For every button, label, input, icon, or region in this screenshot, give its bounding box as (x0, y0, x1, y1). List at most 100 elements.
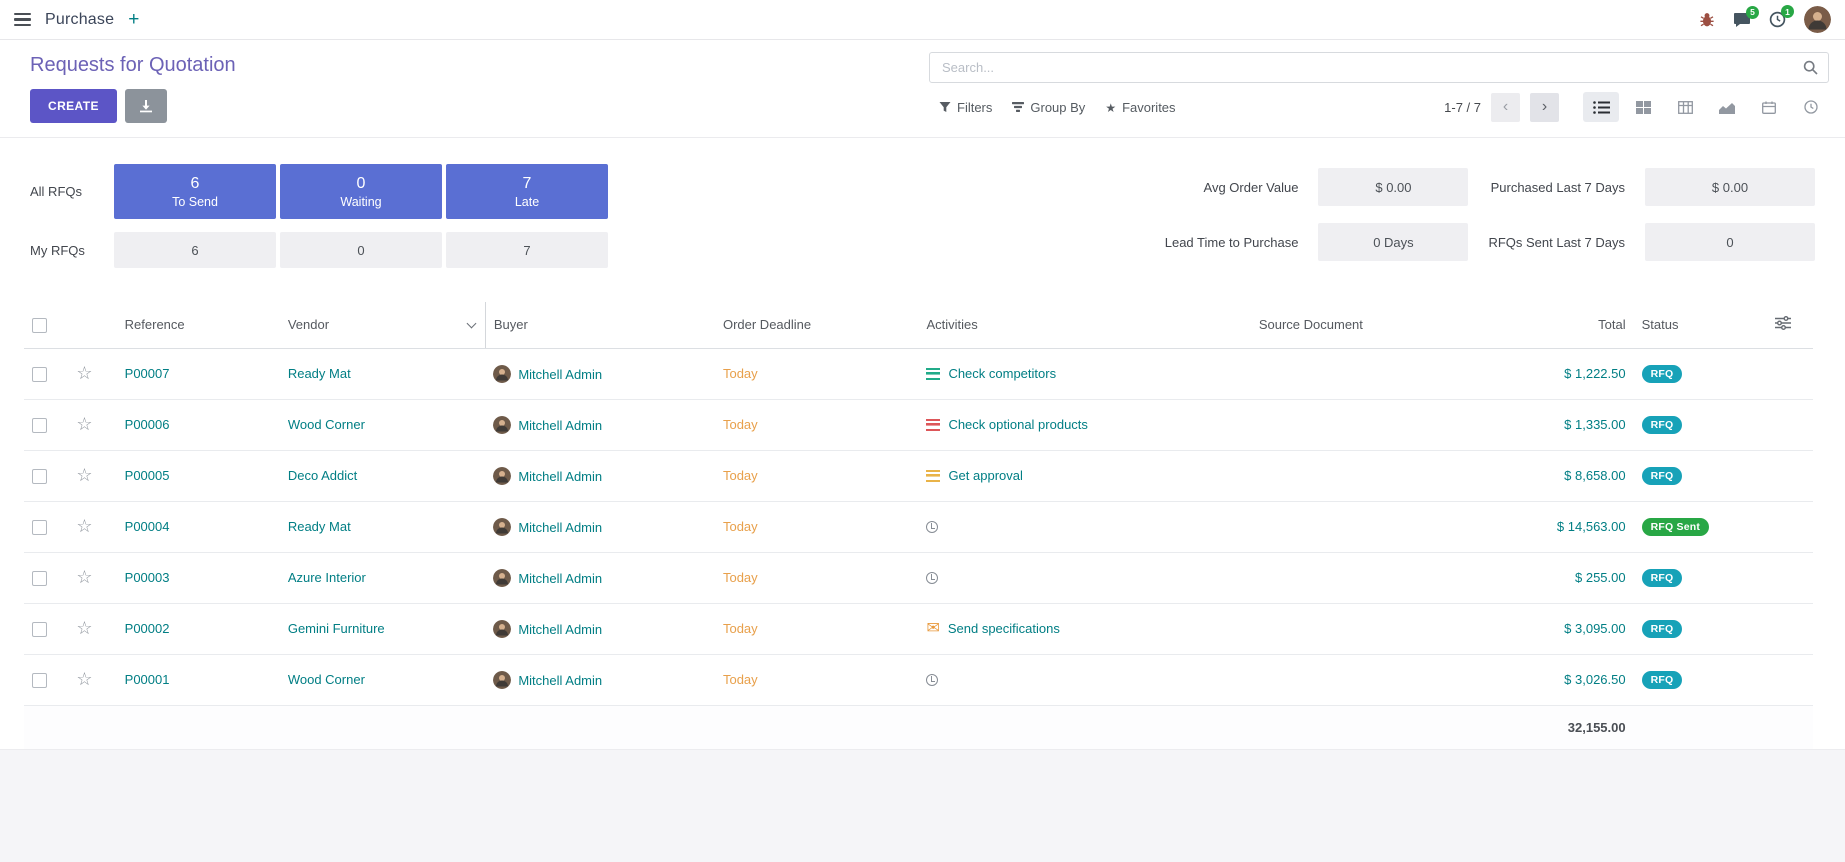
favorite-star-icon[interactable] (76, 469, 92, 484)
pivot-view-button[interactable] (1667, 92, 1703, 122)
reference-link[interactable]: P00003 (125, 570, 170, 585)
search-input[interactable] (940, 59, 1803, 76)
activity-icon[interactable] (926, 470, 940, 482)
favorite-star-icon[interactable] (76, 622, 92, 637)
waiting-button[interactable]: 0 Waiting (280, 164, 442, 219)
row-checkbox[interactable] (32, 367, 47, 382)
vendor-link[interactable]: Deco Addict (288, 468, 357, 483)
reference-link[interactable]: P00002 (125, 621, 170, 636)
table-row[interactable]: P00006 Wood Corner Mitchell Admin Today … (24, 399, 1813, 450)
buyer-link[interactable]: Mitchell Admin (518, 520, 602, 535)
activity-label[interactable]: Check competitors (948, 366, 1056, 381)
reference-link[interactable]: P00007 (125, 366, 170, 381)
source-document-column-header[interactable]: Source Document (1251, 302, 1521, 348)
buyer-link[interactable]: Mitchell Admin (518, 571, 602, 586)
activity-cell[interactable] (926, 521, 1242, 533)
to-send-button[interactable]: 6 To Send (114, 164, 276, 219)
search-box[interactable] (929, 52, 1829, 83)
table-row[interactable]: P00007 Ready Mat Mitchell Admin Today Ch… (24, 348, 1813, 399)
row-checkbox[interactable] (32, 673, 47, 688)
table-row[interactable]: P00005 Deco Addict Mitchell Admin Today … (24, 450, 1813, 501)
activities-icon[interactable]: 1 (1769, 11, 1786, 28)
favorites-button[interactable]: Favorites (1095, 94, 1185, 121)
reference-link[interactable]: P00001 (125, 672, 170, 687)
vendor-column-header[interactable]: Vendor (280, 302, 485, 348)
pager-next-button[interactable] (1530, 93, 1559, 122)
buyer-link[interactable]: Mitchell Admin (518, 418, 602, 433)
reference-link[interactable]: P00006 (125, 417, 170, 432)
favorite-star-icon[interactable] (76, 571, 92, 586)
row-checkbox[interactable] (32, 622, 47, 637)
activity-cell[interactable] (926, 572, 1242, 584)
activities-column-header[interactable]: Activities (918, 302, 1250, 348)
user-avatar[interactable] (1804, 6, 1831, 33)
vendor-link[interactable]: Ready Mat (288, 519, 351, 534)
favorite-star-icon[interactable] (76, 520, 92, 535)
filters-button[interactable]: Filters (929, 94, 1002, 121)
reference-column-header[interactable]: Reference (117, 302, 280, 348)
column-settings-icon[interactable] (1775, 316, 1791, 330)
search-icon[interactable] (1803, 60, 1818, 75)
late-button[interactable]: 7 Late (446, 164, 608, 219)
pager-previous-button[interactable] (1491, 93, 1520, 122)
optional-columns-header[interactable] (1767, 302, 1813, 348)
debug-bug-icon[interactable] (1699, 12, 1715, 28)
table-row[interactable]: P00004 Ready Mat Mitchell Admin Today $ … (24, 501, 1813, 552)
row-checkbox[interactable] (32, 520, 47, 535)
select-all-header[interactable] (24, 302, 68, 348)
activity-cell[interactable]: Get approval (926, 468, 1242, 483)
new-tab-icon[interactable]: + (128, 10, 139, 29)
activity-label[interactable]: Get approval (948, 468, 1022, 483)
activity-label[interactable]: Check optional products (948, 417, 1087, 432)
my-waiting-button[interactable]: 0 (280, 232, 442, 268)
vendor-link[interactable]: Wood Corner (288, 417, 365, 432)
activity-cell[interactable] (926, 674, 1242, 686)
activity-icon[interactable] (926, 621, 939, 636)
activity-icon[interactable] (926, 521, 938, 533)
row-checkbox[interactable] (32, 469, 47, 484)
favorite-star-icon[interactable] (76, 418, 92, 433)
activity-icon[interactable] (926, 572, 938, 584)
buyer-column-header[interactable]: Buyer (485, 302, 715, 348)
activity-icon[interactable] (926, 674, 938, 686)
messages-icon[interactable]: 5 (1733, 12, 1751, 28)
vendor-link[interactable]: Wood Corner (288, 672, 365, 687)
table-row[interactable]: P00003 Azure Interior Mitchell Admin Tod… (24, 552, 1813, 603)
export-button[interactable] (125, 89, 167, 123)
group-by-button[interactable]: Group By (1002, 94, 1095, 121)
activity-view-button[interactable] (1793, 92, 1829, 122)
create-button[interactable]: CREATE (30, 89, 117, 123)
vendor-link[interactable]: Azure Interior (288, 570, 366, 585)
activity-icon[interactable] (926, 368, 940, 380)
list-view-button[interactable] (1583, 92, 1619, 122)
reference-link[interactable]: P00005 (125, 468, 170, 483)
activity-cell[interactable]: Check optional products (926, 417, 1242, 432)
reference-link[interactable]: P00004 (125, 519, 170, 534)
apps-menu-icon[interactable] (14, 13, 31, 26)
calendar-view-button[interactable] (1751, 92, 1787, 122)
buyer-link[interactable]: Mitchell Admin (518, 622, 602, 637)
activity-label[interactable]: Send specifications (948, 621, 1060, 636)
favorite-star-icon[interactable] (76, 673, 92, 688)
buyer-link[interactable]: Mitchell Admin (518, 469, 602, 484)
app-name[interactable]: Purchase (45, 11, 114, 29)
total-column-header[interactable]: Total (1521, 302, 1634, 348)
graph-view-button[interactable] (1709, 92, 1745, 122)
row-checkbox[interactable] (32, 418, 47, 433)
table-row[interactable]: P00002 Gemini Furniture Mitchell Admin T… (24, 603, 1813, 654)
row-checkbox[interactable] (32, 571, 47, 586)
status-column-header[interactable]: Status (1634, 302, 1767, 348)
activity-cell[interactable]: Check competitors (926, 366, 1242, 381)
vendor-link[interactable]: Ready Mat (288, 366, 351, 381)
activity-cell[interactable]: Send specifications (926, 621, 1242, 636)
table-row[interactable]: P00001 Wood Corner Mitchell Admin Today … (24, 654, 1813, 705)
buyer-link[interactable]: Mitchell Admin (518, 367, 602, 382)
select-all-checkbox[interactable] (32, 318, 47, 333)
vendor-link[interactable]: Gemini Furniture (288, 621, 385, 636)
order-deadline-column-header[interactable]: Order Deadline (715, 302, 918, 348)
kanban-view-button[interactable] (1625, 92, 1661, 122)
buyer-link[interactable]: Mitchell Admin (518, 673, 602, 688)
my-late-button[interactable]: 7 (446, 232, 608, 268)
sort-caret-icon[interactable] (466, 319, 476, 329)
activity-icon[interactable] (926, 419, 940, 431)
